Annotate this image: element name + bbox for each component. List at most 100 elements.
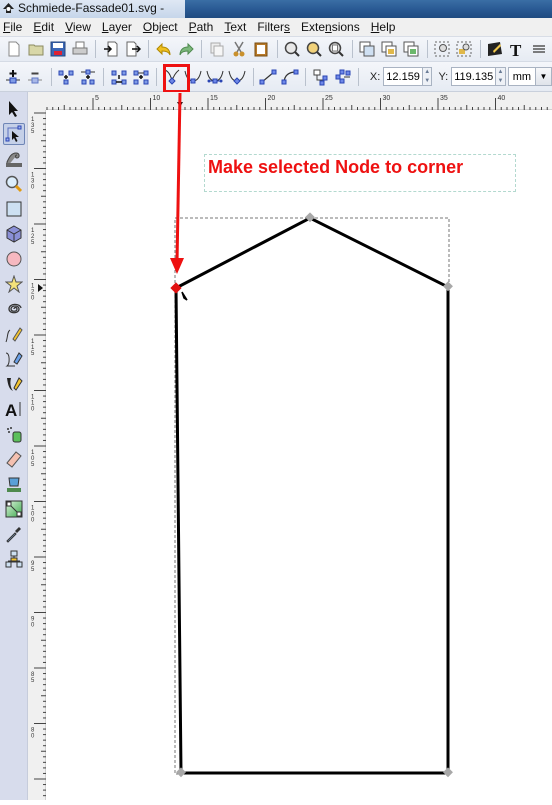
menu-layer[interactable]: Layer [102, 20, 132, 34]
spin-up-icon[interactable]: ▲ [496, 68, 505, 77]
pencil-icon [5, 327, 23, 343]
tool-dropper[interactable] [3, 523, 25, 545]
zoom-drawing-button[interactable] [305, 39, 324, 59]
object-to-path-button[interactable] [311, 67, 330, 87]
node-right-bottom[interactable] [443, 767, 453, 778]
make-auto-smooth-button[interactable] [228, 67, 247, 87]
import-button[interactable] [101, 39, 120, 59]
unit-value: mm [512, 70, 532, 83]
menu-view[interactable]: View [65, 20, 91, 34]
join-segment-button[interactable] [109, 67, 128, 87]
menu-help[interactable]: Help [371, 20, 396, 34]
stroke-to-path-button[interactable] [333, 67, 352, 87]
chevron-down-icon[interactable]: ▼ [535, 68, 552, 85]
text-font-button[interactable]: T [508, 39, 527, 59]
fill-stroke-button[interactable] [486, 39, 505, 59]
make-line-button[interactable] [259, 67, 278, 87]
tool-connector[interactable] [3, 548, 25, 570]
zoom-selection-icon [284, 41, 300, 57]
insert-node-button[interactable] [4, 67, 23, 87]
tool-spiral[interactable] [3, 298, 25, 320]
print-button[interactable] [70, 39, 89, 59]
tool-gradient[interactable] [3, 498, 25, 520]
y-coordinate-input[interactable]: 119.135 [451, 67, 497, 86]
x-coordinate-spinner[interactable]: ▲ ▼ [422, 67, 433, 86]
node-select-button[interactable] [433, 39, 452, 59]
menu-object[interactable]: Object [143, 20, 178, 34]
horizontal-ruler[interactable]: 5 10 15 20 25 30 35 40 [46, 92, 552, 110]
layers-button[interactable] [530, 39, 549, 59]
menu-file[interactable]: File [3, 20, 22, 34]
cut-button[interactable] [229, 39, 248, 59]
zoom-selection-button[interactable] [283, 39, 302, 59]
menu-text[interactable]: Text [224, 20, 246, 34]
make-curve-button[interactable] [280, 67, 299, 87]
tool-calligraphy[interactable] [3, 373, 25, 395]
annotation-label: Make selected Node to corner [204, 154, 516, 192]
new-document-button[interactable] [4, 39, 23, 59]
make-symmetric-button[interactable] [206, 67, 225, 87]
y-coordinate-spinner[interactable]: ▲ ▼ [496, 67, 506, 86]
menu-filters[interactable]: Filters [257, 20, 290, 34]
tool-tweak[interactable] [3, 148, 25, 170]
menu-path[interactable]: Path [189, 20, 214, 34]
save-document-button[interactable] [48, 39, 67, 59]
drawing-canvas[interactable] [46, 110, 552, 800]
tool-node-editor[interactable] [3, 123, 25, 145]
separator [357, 67, 359, 86]
object-to-path-icon [313, 69, 328, 85]
tool-ellipse[interactable] [3, 248, 25, 270]
duplicate-button[interactable] [207, 39, 226, 59]
paste-button[interactable] [251, 39, 270, 59]
redo-button[interactable] [176, 39, 195, 59]
tool-pen[interactable] [3, 348, 25, 370]
tool-pencil[interactable] [3, 323, 25, 345]
vertical-ruler[interactable]: 13513012512011511010510095908580 [28, 110, 46, 800]
ruler-label: 40 [498, 95, 506, 102]
tool-3d-box[interactable] [3, 223, 25, 245]
menu-extensions[interactable]: Extensions [301, 20, 360, 34]
tool-zoom[interactable] [3, 173, 25, 195]
spin-up-icon[interactable]: ▲ [423, 68, 432, 77]
raise-button[interactable] [402, 39, 421, 59]
insert-node-icon [6, 69, 21, 83]
title-tab: Schmiede-Fassade01.svg - Inkscape [0, 0, 185, 32]
break-path-button[interactable] [79, 67, 98, 87]
ruler-label: 5 [31, 129, 35, 135]
node-left-bottom[interactable] [176, 767, 186, 778]
canvas-drawing [170, 212, 453, 778]
delete-segment-icon [133, 70, 149, 84]
tool-rectangle[interactable] [3, 198, 25, 220]
tool-text[interactable]: A [3, 398, 25, 420]
delete-segment-button[interactable] [131, 67, 150, 87]
tool-paint-bucket[interactable] [3, 473, 25, 495]
export-button[interactable] [123, 39, 142, 59]
tool-eraser[interactable] [3, 448, 25, 470]
delete-node-button[interactable] [26, 67, 45, 87]
node-select-all-button[interactable] [455, 39, 474, 59]
spin-down-icon[interactable]: ▼ [423, 77, 432, 86]
group-button[interactable] [358, 39, 377, 59]
menu-edit[interactable]: Edit [33, 20, 54, 34]
open-document-button[interactable] [26, 39, 45, 59]
tool-selector[interactable] [3, 98, 25, 120]
ruler-label: 5 [31, 678, 35, 684]
node-selected[interactable] [170, 282, 182, 294]
text-tool-icon: A [5, 401, 21, 418]
tool-spray[interactable] [3, 423, 25, 445]
spin-down-icon[interactable]: ▼ [496, 77, 505, 86]
group-icon [359, 41, 375, 57]
undo-button[interactable] [154, 39, 173, 59]
zoom-drawing-icon [306, 41, 322, 57]
ungroup-button[interactable] [380, 39, 399, 59]
zoom-page-button[interactable] [327, 39, 346, 59]
x-coordinate-input[interactable]: 12.159 [383, 67, 423, 86]
node-right-top[interactable] [443, 281, 453, 292]
gradient-icon [5, 500, 23, 518]
3d-box-icon [6, 225, 22, 243]
ruler-label: 10 [153, 95, 161, 102]
join-nodes-button[interactable] [57, 67, 76, 87]
unit-select[interactable]: mm ▼ [507, 67, 552, 86]
tool-star[interactable] [3, 273, 25, 295]
facade-path[interactable] [174, 216, 450, 775]
